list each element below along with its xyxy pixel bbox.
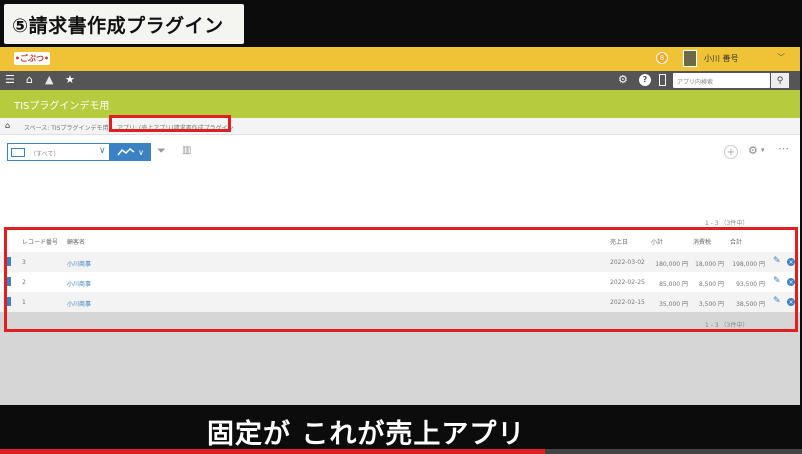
add-record-button[interactable]: + xyxy=(724,145,738,159)
chevron-down-icon[interactable]: ▾ xyxy=(761,146,765,154)
gear-icon[interactable]: ⚙ xyxy=(748,144,758,157)
user-name[interactable]: 小川 善号 xyxy=(704,53,739,64)
video-caption: 固定が これが売上アプリ xyxy=(207,408,526,454)
help-icon[interactable]: ? xyxy=(639,74,651,86)
view-selector[interactable]: （すべて） ∨ xyxy=(7,143,110,161)
breadcrumb-space-link[interactable]: スペース: TISプラグインデモ用 xyxy=(24,123,108,132)
breadcrumb-home-icon[interactable]: ⌂ xyxy=(5,121,10,130)
app-header: TISプラグインデモ用 xyxy=(0,90,800,118)
home-icon[interactable]: ⌂ xyxy=(26,73,33,87)
chevron-down-icon: ∨ xyxy=(99,146,106,156)
search-input[interactable]: アプリ内検索 xyxy=(673,73,770,88)
top-header-bar: •ごぶつ• 8 小川 善号 ﹀ xyxy=(0,47,800,71)
gear-icon[interactable]: ⚙ xyxy=(618,73,628,87)
line-graph-icon xyxy=(117,148,135,156)
star-icon[interactable]: ★ xyxy=(65,73,75,87)
more-options-icon[interactable]: ⋯ xyxy=(778,142,790,155)
video-frame: ⑤請求書作成プラグイン •ごぶつ• 8 小川 善号 ﹀ ☰ ⌂ ▲ ★ ⚙ ? … xyxy=(0,0,802,454)
filter-icon[interactable]: ⏷ xyxy=(157,144,171,158)
bar-chart-icon[interactable]: ▥ xyxy=(182,145,194,157)
table-highlight-box xyxy=(4,227,798,332)
kintone-app-window: •ごぶつ• 8 小川 善号 ﹀ ☰ ⌂ ▲ ★ ⚙ ? アプリ内検索 ⚲ TIS… xyxy=(0,47,800,405)
menu-icon[interactable]: ☰ xyxy=(5,73,15,87)
chevron-down-icon[interactable]: ﹀ xyxy=(777,52,785,63)
pager-top: 1 - 3 （3件中） xyxy=(705,220,749,227)
video-progress-fill xyxy=(0,449,546,454)
breadcrumb-highlight-box xyxy=(109,115,231,132)
logo[interactable]: •ごぶつ• xyxy=(14,52,50,65)
view-selector-label: （すべて） xyxy=(30,151,60,158)
avatar[interactable] xyxy=(683,50,697,67)
mobile-icon[interactable] xyxy=(659,74,666,86)
notification-bell-icon[interactable]: ▲ xyxy=(45,73,53,87)
notification-badge[interactable]: 8 xyxy=(656,52,668,64)
chevron-down-icon: ∨ xyxy=(138,147,144,157)
search-icon[interactable]: ⚲ xyxy=(771,73,789,88)
title-banner-text: ⑤請求書作成プラグイン xyxy=(12,14,224,37)
list-view-icon xyxy=(11,148,25,157)
graph-button[interactable]: ∨ xyxy=(110,143,151,161)
app-title: TISプラグインデモ用 xyxy=(14,101,110,112)
caption-text: 固定が これが売上アプリ xyxy=(207,418,526,450)
nav-bar: ☰ ⌂ ▲ ★ ⚙ ? アプリ内検索 ⚲ xyxy=(0,71,800,90)
title-banner: ⑤請求書作成プラグイン xyxy=(4,4,244,44)
